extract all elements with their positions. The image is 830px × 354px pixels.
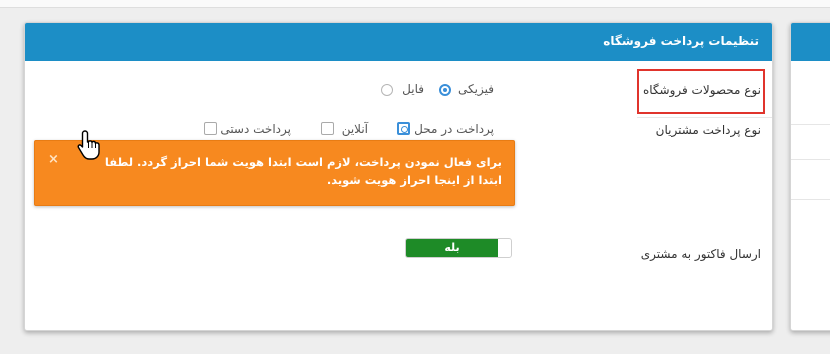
- row-divider: [791, 199, 830, 200]
- panel-header: تنظیمات پرداخت فروشگاه: [25, 23, 772, 61]
- row-divider: [637, 117, 772, 118]
- panel-title: تنظیمات پرداخت فروشگاه: [603, 34, 759, 48]
- secondary-panel-header: [791, 23, 830, 61]
- payment-online-checkbox[interactable]: [321, 122, 334, 135]
- invoice-toggle-on-label: بله: [406, 239, 498, 257]
- hand-cursor-icon: [77, 130, 100, 160]
- product-type-physical-radio[interactable]: [439, 84, 451, 96]
- product-type-label: نوع محصولات فروشگاه: [642, 83, 761, 97]
- product-type-file-radio[interactable]: [381, 84, 393, 96]
- close-icon[interactable]: ×: [48, 152, 59, 167]
- payment-cod-label: پرداخت در محل: [414, 122, 494, 136]
- row-divider: [791, 159, 830, 160]
- payment-settings-panel: تنظیمات پرداخت فروشگاه نوع محصولات فروشگ…: [24, 22, 773, 331]
- payment-manual-checkbox[interactable]: [204, 122, 217, 135]
- top-strip: [0, 0, 830, 8]
- row-divider: [791, 124, 830, 125]
- product-type-physical-label: فیزیکی: [458, 82, 494, 96]
- invoice-label: ارسال فاکتور به مشتری: [640, 247, 761, 261]
- payment-type-label: نوع پرداخت مشتریان: [655, 123, 761, 137]
- payment-cod-checkbox[interactable]: [397, 122, 410, 135]
- invoice-toggle[interactable]: بله: [405, 238, 512, 258]
- payment-manual-label: پرداخت دستی: [220, 122, 291, 136]
- secondary-panel: [790, 22, 830, 331]
- alert-message: برای فعال نمودن پرداخت، لازم است ابتدا ه…: [104, 155, 502, 187]
- verification-alert: برای فعال نمودن پرداخت، لازم است ابتدا ه…: [34, 140, 515, 206]
- payment-online-label: آنلاین: [341, 122, 368, 136]
- product-type-file-label: فایل: [402, 82, 424, 96]
